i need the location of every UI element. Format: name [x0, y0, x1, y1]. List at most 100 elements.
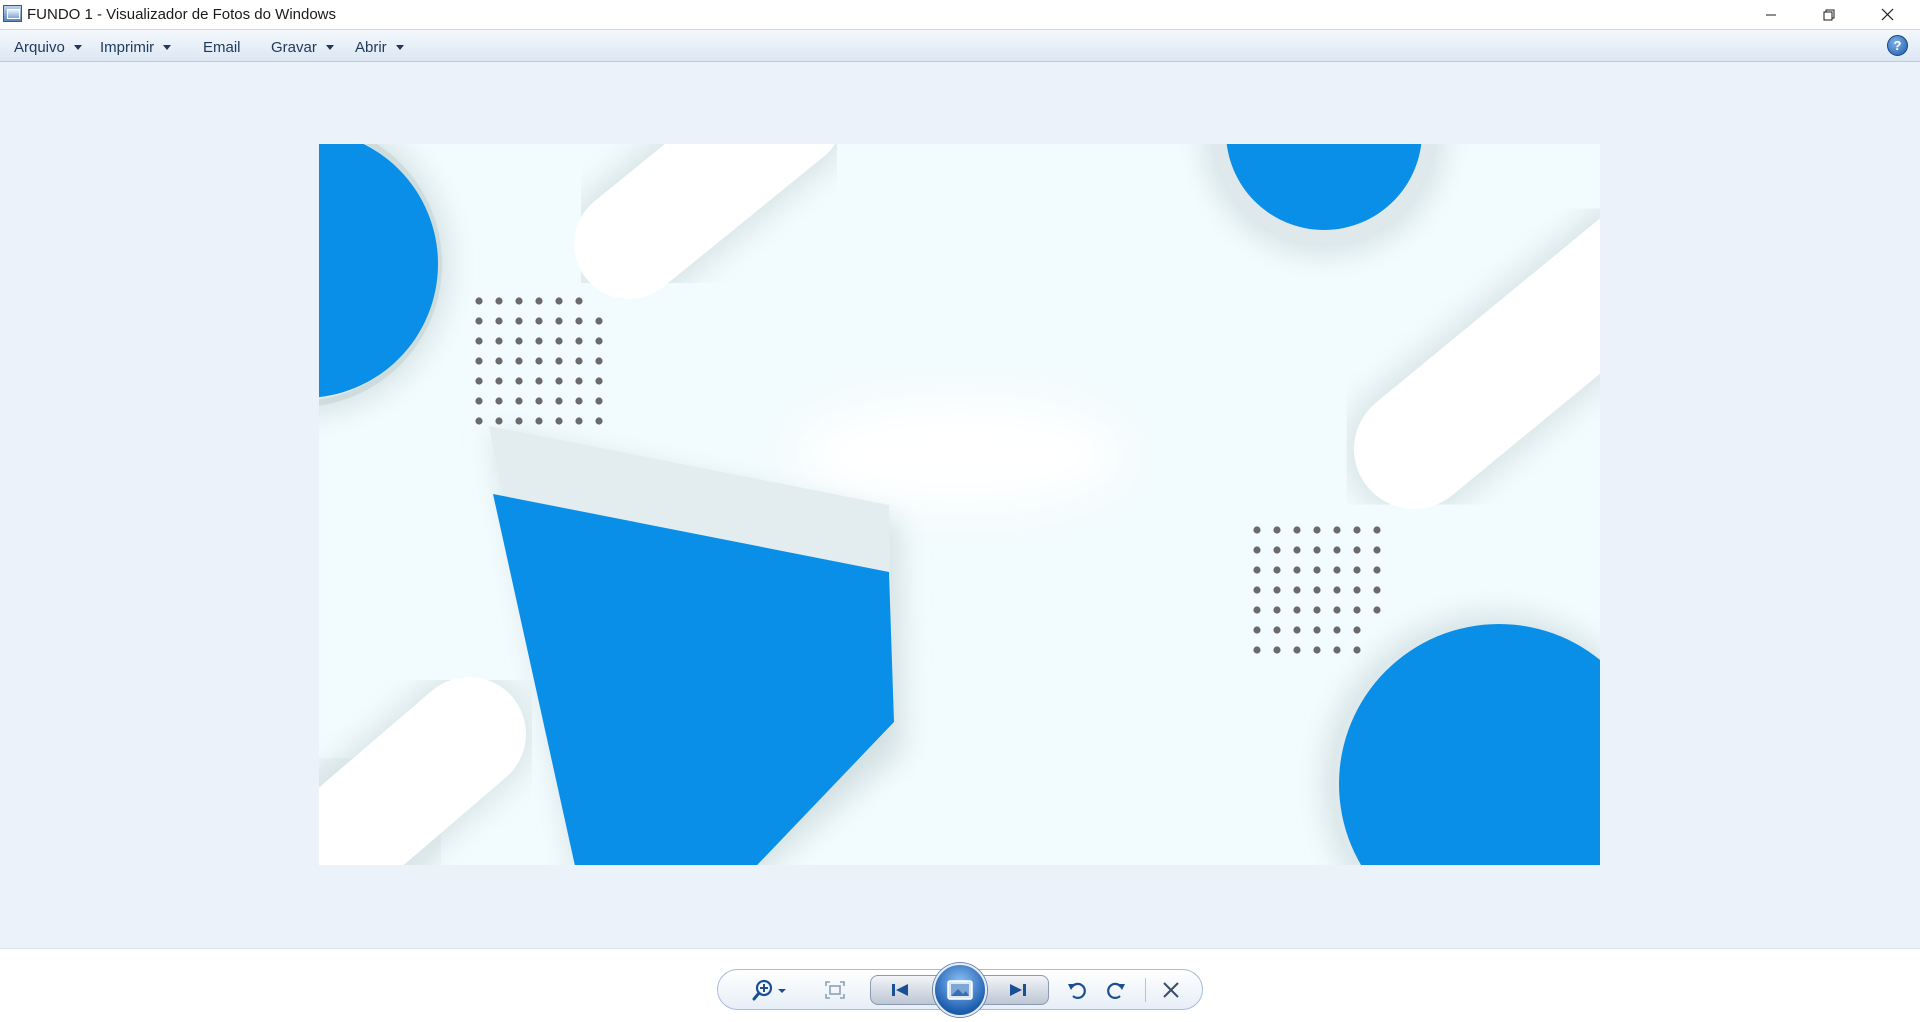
- dot: [1273, 546, 1281, 554]
- dot: [1273, 606, 1281, 614]
- dot: [1333, 586, 1341, 594]
- dot: [1293, 546, 1301, 554]
- dot: [1353, 526, 1361, 534]
- dot: [1313, 646, 1321, 654]
- close-icon: [1881, 8, 1893, 21]
- chevron-down-icon: [395, 44, 404, 50]
- dot: [535, 417, 543, 425]
- restore-icon: [1823, 9, 1835, 20]
- dot: [1373, 586, 1381, 594]
- minimize-button[interactable]: [1742, 0, 1800, 29]
- dot: [1293, 606, 1301, 614]
- slideshow-button[interactable]: [933, 963, 987, 1017]
- delete-button[interactable]: [1156, 976, 1186, 1004]
- chevron-down-icon: [325, 44, 334, 50]
- dot: [495, 337, 503, 345]
- dot: [515, 397, 523, 405]
- dot: [495, 317, 503, 325]
- menu-email-label: Email: [203, 38, 241, 56]
- dot: [515, 357, 523, 365]
- dot: [575, 337, 583, 345]
- dot: [595, 357, 603, 365]
- dot: [555, 417, 563, 425]
- slideshow-icon: [947, 980, 973, 1000]
- dot: [1253, 626, 1261, 634]
- rotate-clockwise-button[interactable]: [1101, 976, 1131, 1004]
- control-bar: [0, 948, 1920, 1022]
- delete-icon: [1163, 982, 1179, 998]
- dot: [1353, 606, 1361, 614]
- dot: [595, 377, 603, 385]
- next-button[interactable]: [998, 976, 1038, 1004]
- dot: [1353, 626, 1361, 634]
- dot: [495, 377, 503, 385]
- close-button[interactable]: [1858, 0, 1916, 29]
- dot: [1293, 586, 1301, 594]
- dot: [1313, 526, 1321, 534]
- dot: [1273, 626, 1281, 634]
- menu-arquivo[interactable]: Arquivo: [14, 37, 82, 57]
- menu-bar: Arquivo Imprimir Email Gravar Abrir ?: [0, 29, 1920, 62]
- dot: [1313, 606, 1321, 614]
- dot: [535, 337, 543, 345]
- dot: [515, 377, 523, 385]
- dot: [515, 337, 523, 345]
- dot: [1333, 566, 1341, 574]
- dot: [1353, 566, 1361, 574]
- dot: [1253, 546, 1261, 554]
- menu-gravar-label: Gravar: [271, 38, 317, 56]
- menu-email[interactable]: Email: [203, 37, 241, 57]
- control-separator: [1145, 978, 1146, 1002]
- rotate-counterclockwise-icon: [1068, 982, 1086, 999]
- displayed-photo: [319, 144, 1600, 865]
- dot: [1333, 526, 1341, 534]
- menu-abrir[interactable]: Abrir: [355, 37, 404, 57]
- zoom-button[interactable]: [750, 976, 792, 1004]
- dot: [555, 377, 563, 385]
- center-cloud: [794, 399, 1124, 509]
- actual-size-button[interactable]: [818, 976, 852, 1004]
- dot: [535, 357, 543, 365]
- menu-gravar[interactable]: Gravar: [271, 37, 334, 57]
- dot: [1293, 566, 1301, 574]
- menu-imprimir[interactable]: Imprimir: [100, 37, 172, 57]
- dot: [1333, 646, 1341, 654]
- previous-button[interactable]: [880, 976, 920, 1004]
- dot: [475, 297, 483, 305]
- dot: [475, 417, 483, 425]
- menu-abrir-label: Abrir: [355, 38, 387, 56]
- menu-arquivo-label: Arquivo: [14, 38, 65, 56]
- minimize-icon: [1766, 14, 1776, 15]
- dot: [1313, 586, 1321, 594]
- title-bar: FUNDO 1 - Visualizador de Fotos do Windo…: [0, 0, 1920, 29]
- dot: [575, 417, 583, 425]
- rotate-counterclockwise-button[interactable]: [1062, 976, 1092, 1004]
- image-viewer-area: [0, 62, 1920, 948]
- photo-viewer-app-icon[interactable]: [3, 5, 22, 22]
- dot: [1333, 626, 1341, 634]
- dot: [515, 297, 523, 305]
- dot: [495, 357, 503, 365]
- dot: [595, 317, 603, 325]
- dot: [495, 397, 503, 405]
- photo-viewer-window: FUNDO 1 - Visualizador de Fotos do Windo…: [0, 0, 1920, 1022]
- dot: [535, 317, 543, 325]
- dot: [475, 357, 483, 365]
- dot: [555, 357, 563, 365]
- dot: [1353, 646, 1361, 654]
- dot: [475, 337, 483, 345]
- dot: [515, 317, 523, 325]
- chevron-down-icon: [163, 44, 172, 50]
- dot: [1293, 626, 1301, 634]
- restore-button[interactable]: [1800, 0, 1858, 29]
- dot: [475, 377, 483, 385]
- dot: [1273, 566, 1281, 574]
- chevron-down-icon: [73, 44, 82, 50]
- menu-imprimir-label: Imprimir: [100, 38, 155, 56]
- dot: [1313, 546, 1321, 554]
- dot: [1373, 526, 1381, 534]
- dot: [1253, 646, 1261, 654]
- dot: [1253, 606, 1261, 614]
- photo-artwork: [319, 144, 1600, 865]
- help-icon[interactable]: ?: [1887, 35, 1908, 56]
